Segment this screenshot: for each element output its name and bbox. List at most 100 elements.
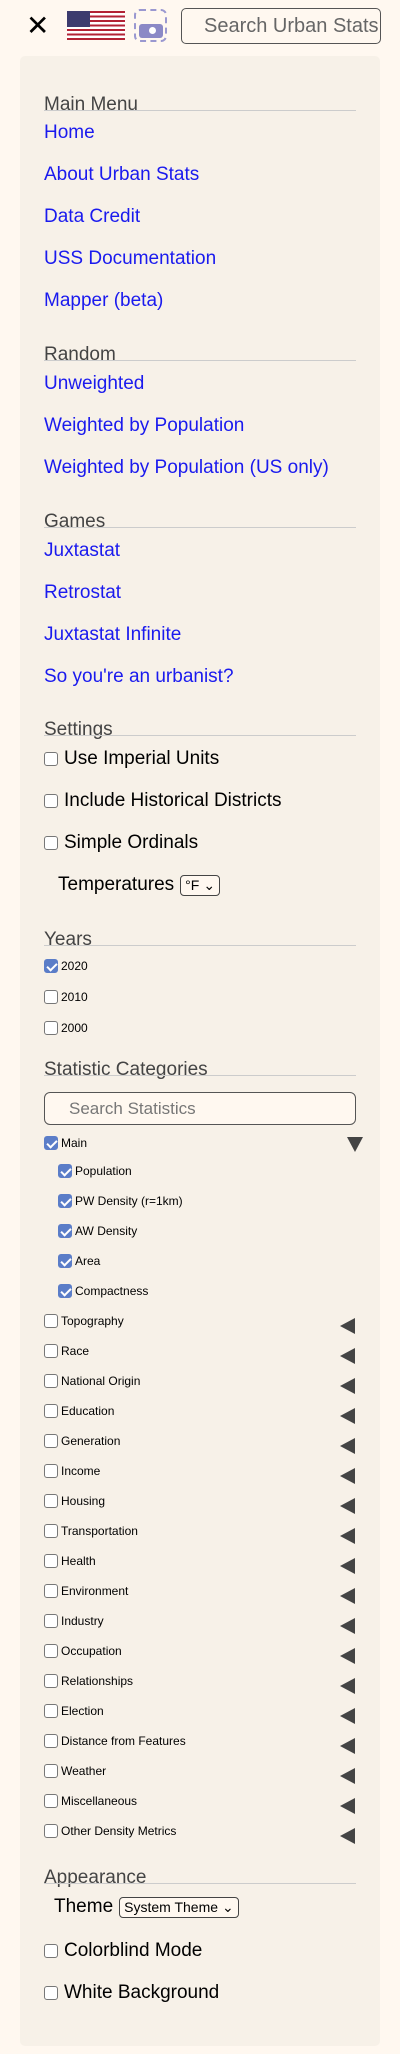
category-checkbox[interactable]: Occupation xyxy=(44,1644,122,1658)
subcategory-checkbox[interactable]: Population xyxy=(58,1164,132,1178)
checkbox[interactable] xyxy=(58,1194,72,1208)
settings-checkbox[interactable]: Simple Ordinals xyxy=(44,832,198,854)
checkbox[interactable] xyxy=(44,1136,58,1150)
search-statistics-input[interactable]: Search Statistics xyxy=(44,1092,356,1125)
checkbox[interactable] xyxy=(44,1764,58,1778)
checkbox[interactable] xyxy=(44,1374,58,1388)
expand-triangle-icon[interactable] xyxy=(340,1498,355,1514)
checkbox[interactable] xyxy=(44,1314,58,1328)
expand-triangle-icon[interactable] xyxy=(340,1558,355,1574)
random-link[interactable]: Weighted by Population (US only) xyxy=(44,457,329,479)
expand-triangle-icon[interactable] xyxy=(340,1738,355,1754)
category-checkbox[interactable]: Distance from Features xyxy=(44,1734,186,1748)
checkbox[interactable] xyxy=(44,1021,58,1035)
checkbox[interactable] xyxy=(44,1644,58,1658)
checkbox[interactable] xyxy=(44,1734,58,1748)
game-link[interactable]: Juxtastat xyxy=(44,540,120,562)
game-link[interactable]: So you're an urbanist? xyxy=(44,666,234,688)
subcategory-checkbox[interactable]: PW Density (r=1km) xyxy=(58,1194,183,1208)
theme-select[interactable]: System Theme ⌄ xyxy=(119,1896,239,1918)
year-checkbox[interactable]: 2020 xyxy=(44,959,88,973)
category-checkbox[interactable]: Other Density Metrics xyxy=(44,1824,176,1838)
collapse-triangle-icon[interactable] xyxy=(347,1137,363,1152)
category-checkbox[interactable]: National Origin xyxy=(44,1374,140,1388)
category-checkbox[interactable]: Weather xyxy=(44,1764,106,1778)
expand-triangle-icon[interactable] xyxy=(340,1828,355,1844)
checkbox[interactable] xyxy=(44,1986,58,2000)
checkbox[interactable] xyxy=(58,1224,72,1238)
expand-triangle-icon[interactable] xyxy=(340,1648,355,1664)
expand-triangle-icon[interactable] xyxy=(340,1798,355,1814)
checkbox[interactable] xyxy=(44,752,58,766)
checkbox[interactable] xyxy=(44,794,58,808)
checkbox[interactable] xyxy=(44,1464,58,1478)
checkbox[interactable] xyxy=(44,1434,58,1448)
checkbox[interactable] xyxy=(44,1614,58,1628)
checkbox[interactable] xyxy=(44,1794,58,1808)
close-icon[interactable]: ✕ xyxy=(26,11,49,41)
subcategory-checkbox[interactable]: Compactness xyxy=(58,1284,148,1298)
random-link[interactable]: Weighted by Population xyxy=(44,415,244,437)
settings-checkbox[interactable]: Include Historical Districts xyxy=(44,790,282,812)
category-checkbox[interactable]: Income xyxy=(44,1464,100,1478)
checkbox[interactable] xyxy=(44,1494,58,1508)
us-flag-icon[interactable] xyxy=(67,11,125,40)
expand-triangle-icon[interactable] xyxy=(340,1588,355,1604)
expand-triangle-icon[interactable] xyxy=(340,1678,355,1694)
expand-triangle-icon[interactable] xyxy=(340,1618,355,1634)
checkbox[interactable] xyxy=(58,1284,72,1298)
temperature-select[interactable]: °F ⌄ xyxy=(180,874,221,896)
expand-triangle-icon[interactable] xyxy=(340,1438,355,1454)
category-checkbox[interactable]: Education xyxy=(44,1404,114,1418)
category-checkbox[interactable]: Health xyxy=(44,1554,96,1568)
menu-link[interactable]: Data Credit xyxy=(44,206,140,228)
checkbox[interactable] xyxy=(44,1404,58,1418)
settings-checkbox[interactable]: Use Imperial Units xyxy=(44,748,219,770)
checkbox[interactable] xyxy=(44,959,58,973)
camera-icon[interactable] xyxy=(134,9,167,42)
checkbox[interactable] xyxy=(44,1344,58,1358)
checkbox[interactable] xyxy=(44,1824,58,1838)
menu-link[interactable]: USS Documentation xyxy=(44,248,216,270)
checkbox[interactable] xyxy=(44,1944,58,1958)
category-checkbox[interactable]: Industry xyxy=(44,1614,104,1628)
checkbox[interactable] xyxy=(44,1524,58,1538)
checkbox[interactable] xyxy=(44,1674,58,1688)
expand-triangle-icon[interactable] xyxy=(340,1528,355,1544)
random-link[interactable]: Unweighted xyxy=(44,373,144,395)
checkbox[interactable] xyxy=(44,1704,58,1718)
checkbox[interactable] xyxy=(44,990,58,1004)
checkbox[interactable] xyxy=(44,1584,58,1598)
expand-triangle-icon[interactable] xyxy=(340,1408,355,1424)
expand-triangle-icon[interactable] xyxy=(340,1768,355,1784)
appearance-checkbox[interactable]: White Background xyxy=(44,1982,219,2004)
checkbox[interactable] xyxy=(44,836,58,850)
year-checkbox[interactable]: 2010 xyxy=(44,990,88,1004)
subcategory-checkbox[interactable]: Area xyxy=(58,1254,100,1268)
expand-triangle-icon[interactable] xyxy=(340,1318,355,1334)
year-checkbox[interactable]: 2000 xyxy=(44,1021,88,1035)
category-checkbox[interactable]: Housing xyxy=(44,1494,105,1508)
menu-link[interactable]: About Urban Stats xyxy=(44,164,199,186)
category-checkbox[interactable]: Election xyxy=(44,1704,104,1718)
menu-link[interactable]: Home xyxy=(44,122,95,144)
category-checkbox[interactable]: Topography xyxy=(44,1314,124,1328)
expand-triangle-icon[interactable] xyxy=(340,1378,355,1394)
category-checkbox[interactable]: Miscellaneous xyxy=(44,1794,137,1808)
menu-link[interactable]: Mapper (beta) xyxy=(44,290,163,312)
category-checkbox-main[interactable]: Main xyxy=(44,1136,87,1150)
category-checkbox[interactable]: Relationships xyxy=(44,1674,133,1688)
expand-triangle-icon[interactable] xyxy=(340,1348,355,1364)
category-checkbox[interactable]: Generation xyxy=(44,1434,120,1448)
expand-triangle-icon[interactable] xyxy=(340,1468,355,1484)
appearance-checkbox[interactable]: Colorblind Mode xyxy=(44,1940,202,1962)
category-checkbox[interactable]: Environment xyxy=(44,1584,128,1598)
category-checkbox[interactable]: Race xyxy=(44,1344,89,1358)
category-checkbox[interactable]: Transportation xyxy=(44,1524,138,1538)
checkbox[interactable] xyxy=(44,1554,58,1568)
checkbox[interactable] xyxy=(58,1254,72,1268)
game-link[interactable]: Retrostat xyxy=(44,582,121,604)
subcategory-checkbox[interactable]: AW Density xyxy=(58,1224,137,1238)
game-link[interactable]: Juxtastat Infinite xyxy=(44,624,181,646)
expand-triangle-icon[interactable] xyxy=(340,1708,355,1724)
